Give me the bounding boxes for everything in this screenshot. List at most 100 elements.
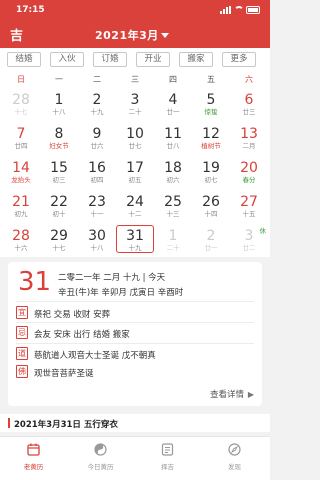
day-number: 16 [88,160,106,176]
lunar-label: 十八 [90,244,104,252]
weekday-label: 六 [245,75,253,84]
day-number: 12 [202,126,220,142]
divider [16,301,254,302]
filter-chip-more[interactable]: 更多 [222,52,256,67]
lunar-label: 初九 [14,210,28,218]
calendar-day[interactable]: 21 初九 [2,191,40,219]
lunar-label: 初十 [52,210,66,218]
weekday-label: 二 [93,75,101,84]
day-number: 31 [126,228,144,244]
calendar-day[interactable]: 26 十四 [192,191,230,219]
lunar-label: 廿七 [128,142,142,150]
lunar-label: 二十 [166,244,180,252]
calendar-day[interactable]: 23 十一 [78,191,116,219]
lunar-label: 二十 [128,108,142,116]
calendar-day[interactable]: 3 二十 [116,89,154,117]
day-number: 9 [92,126,102,142]
section-accent-bar [8,418,10,428]
calendar-day[interactable]: 11 廿八 [154,123,192,151]
status-icons [220,6,260,14]
calendar-day[interactable]: 20 春分 [230,157,268,185]
calendar-day[interactable]: 18 初六 [154,157,192,185]
day-number: 11 [164,126,182,142]
lunar-label: 二月 [242,142,256,150]
day-number: 10 [126,126,144,142]
lunar-date-line: 二零二一年 二月 十九 | 今天 [58,273,166,283]
day-number: 24 [126,194,144,210]
app-logo[interactable]: 吉 [10,25,23,44]
arrow-right-icon[interactable]: ▶ [248,390,254,399]
calendar-day[interactable]: 8 妇女节 [40,123,78,151]
day-detail-card: 31 二零二一年 二月 十九 | 今天 辛丑(牛)年 辛卯月 戊寅日 辛酉时 宜… [8,262,262,406]
lunar-label: 春分 [242,176,256,184]
filter-chip[interactable]: 订婚 [93,52,127,67]
calendar-day[interactable]: 15 初三 [40,157,78,185]
day-number: 17 [126,160,144,176]
weekday-label: 一 [55,75,63,84]
calendar-day[interactable]: 25 十三 [154,191,192,219]
calendar-day[interactable]: 17 初五 [116,157,154,185]
day-number: 15 [50,160,68,176]
tab-discover[interactable]: 发现 [201,437,268,480]
tab-today-huangli[interactable]: 今日黄历 [67,437,134,480]
lunar-label: 廿一 [166,108,180,116]
calendar-day[interactable]: 2 十九 [78,89,116,117]
calendar-day[interactable]: 1 二十 [154,225,192,253]
calendar-day[interactable]: 19 初七 [192,157,230,185]
calendar-day[interactable]: 30 十八 [78,225,116,253]
lunar-label: 十九 [128,244,142,252]
calendar-day[interactable]: 3 廿二休 [230,225,268,253]
filter-chip[interactable]: 搬家 [179,52,213,67]
month-selector[interactable]: 2021年3月 [95,27,159,43]
lunar-label: 十五 [242,210,256,218]
calendar-day[interactable]: 28 十六 [2,225,40,253]
tab-label: 择吉 [161,463,174,471]
view-details-link[interactable]: 查看详情 [210,388,244,400]
calendar-day[interactable]: 24 十二 [116,191,154,219]
calendar-day[interactable]: 6 廿三 [230,89,268,117]
calendar-day[interactable]: 14 龙抬头 [2,157,40,185]
filter-chip[interactable]: 入伙 [50,52,84,67]
weekday-label: 五 [207,75,215,84]
calendar-day[interactable]: 9 廿六 [78,123,116,151]
day-number: 26 [202,194,220,210]
calendar-day[interactable]: 29 十七 [40,225,78,253]
lunar-label: 十一 [90,210,104,218]
calendar-day-selected[interactable]: 31 十九 [116,225,154,253]
chevron-down-icon[interactable] [161,33,169,38]
calendar-day[interactable]: 22 初十 [40,191,78,219]
lunar-label: 初七 [204,176,218,184]
yi-tag: 宜 [16,306,28,319]
ji-tag: 忌 [16,326,28,339]
calendar-day[interactable]: 1 十八 [40,89,78,117]
calendar-day[interactable]: 2 廿一 [192,225,230,253]
tab-label: 发现 [228,463,241,471]
calendar-day[interactable]: 28 十七 [2,89,40,117]
selected-day-number: 31 [18,267,52,297]
tab-zeji[interactable]: 择吉 [134,437,201,480]
calendar-day[interactable]: 16 初四 [78,157,116,185]
lunar-label: 廿六 [90,142,104,150]
day-number: 2 [206,228,216,244]
yi-text: 祭祀 交易 收财 安葬 [34,310,111,320]
calendar-grid: 28 十七 1 十八 2 十九 3 二十 4 廿一 5 惊蛰 6 廿三 7 廿四 8 妇女节 9 廿六 10 廿七 11 廿八… [0,86,270,257]
yin-yang-icon [94,443,107,456]
ganzhi-line: 辛丑(牛)年 辛卯月 戊寅日 辛酉时 [58,288,184,298]
lunar-label: 十八 [52,108,66,116]
section-title: 2021年3月31日 五行穿衣 [14,420,118,430]
filter-chip[interactable]: 结婚 [7,52,41,67]
calendar-day[interactable]: 7 廿四 [2,123,40,151]
calendar-day[interactable]: 5 惊蛰 [192,89,230,117]
divider [16,343,254,344]
dao-text: 慈航道人观音大士圣诞 戊不朝真 [34,351,156,361]
calendar-day[interactable]: 10 廿七 [116,123,154,151]
filter-chip[interactable]: 开业 [136,52,170,67]
calendar-day[interactable]: 12 植树节 [192,123,230,151]
tab-lao-huangli[interactable]: 老黄历 [0,437,67,480]
calendar-day[interactable]: 13 二月 [230,123,268,151]
weekday-label: 三 [131,75,139,84]
calendar-day[interactable]: 27 十五 [230,191,268,219]
lunar-label: 初四 [90,176,104,184]
calendar-day[interactable]: 4 廿一 [154,89,192,117]
dao-tag: 道 [16,347,28,360]
